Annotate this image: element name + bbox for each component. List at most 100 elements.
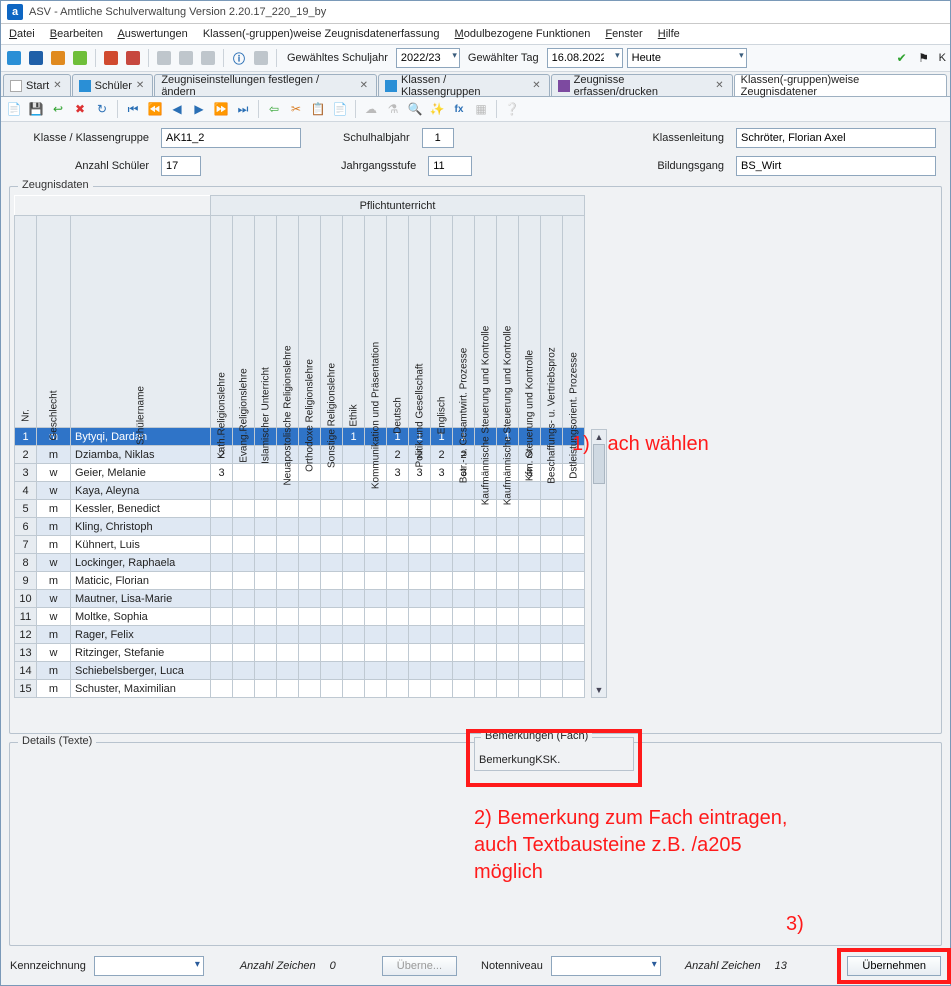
grade-cell[interactable] — [563, 572, 585, 590]
grade-cell[interactable] — [343, 482, 365, 500]
grade-cell[interactable] — [519, 572, 541, 590]
col-header-subject[interactable]: Kaufmännische Steuerung und Kontrolle — [475, 216, 497, 428]
grade-cell[interactable] — [431, 644, 453, 662]
first-icon[interactable]: ⏮ — [124, 100, 142, 118]
grade-cell[interactable] — [343, 590, 365, 608]
grade-cell[interactable] — [431, 680, 453, 698]
scroll-down-icon[interactable]: ▼ — [592, 683, 606, 697]
grade-cell[interactable]: 3 — [211, 464, 233, 482]
grade-cell[interactable] — [475, 680, 497, 698]
grade-cell[interactable] — [299, 644, 321, 662]
tb-icon-3[interactable] — [49, 49, 67, 67]
grade-cell[interactable] — [409, 518, 431, 536]
grade-cell[interactable] — [233, 644, 255, 662]
grade-cell[interactable] — [321, 644, 343, 662]
table-row[interactable]: 11wMoltke, Sophia — [15, 608, 585, 626]
grade-cell[interactable] — [255, 662, 277, 680]
grade-cell[interactable] — [409, 608, 431, 626]
grade-cell[interactable] — [431, 662, 453, 680]
grade-cell[interactable] — [519, 482, 541, 500]
grade-cell[interactable] — [519, 662, 541, 680]
grade-cell[interactable] — [255, 536, 277, 554]
grade-cell[interactable] — [387, 500, 409, 518]
grade-cell[interactable] — [343, 536, 365, 554]
grade-cell[interactable] — [431, 590, 453, 608]
grade-cell[interactable] — [475, 608, 497, 626]
tb-icon-11[interactable] — [252, 49, 270, 67]
stufe-input[interactable] — [428, 156, 472, 176]
col-header-subject[interactable]: Betr.- u. Gesamtwirt. Prozesse — [453, 216, 475, 428]
arrow-left-icon[interactable]: ⇦ — [265, 100, 283, 118]
col-header-Geschlecht[interactable]: Geschlecht — [37, 216, 71, 428]
grade-cell[interactable] — [343, 626, 365, 644]
grade-cell[interactable] — [563, 626, 585, 644]
grade-cell[interactable] — [541, 536, 563, 554]
grade-cell[interactable] — [277, 662, 299, 680]
grade-cell[interactable] — [453, 644, 475, 662]
grade-cell[interactable]: 3 — [431, 464, 453, 482]
grade-cell[interactable] — [387, 608, 409, 626]
vertical-scrollbar[interactable]: ▲ ▼ — [591, 429, 607, 698]
grade-cell[interactable] — [387, 554, 409, 572]
grade-cell[interactable] — [321, 518, 343, 536]
grade-cell[interactable] — [475, 644, 497, 662]
grade-cell[interactable] — [255, 680, 277, 698]
grade-cell[interactable] — [409, 626, 431, 644]
grade-cell[interactable] — [365, 608, 387, 626]
grade-cell[interactable] — [365, 518, 387, 536]
table-row[interactable]: 8wLockinger, Raphaela — [15, 554, 585, 572]
grade-cell[interactable] — [409, 662, 431, 680]
grade-cell[interactable] — [343, 662, 365, 680]
grade-cell[interactable] — [343, 464, 365, 482]
tb-icon-7[interactable] — [155, 49, 173, 67]
menu-fenster[interactable]: Fenster — [605, 28, 642, 40]
grade-cell[interactable] — [519, 590, 541, 608]
grade-cell[interactable] — [211, 662, 233, 680]
col-header-subject[interactable]: Ethik — [343, 216, 365, 428]
grade-cell[interactable] — [343, 554, 365, 572]
grade-cell[interactable] — [431, 572, 453, 590]
grade-cell[interactable] — [431, 608, 453, 626]
grade-cell[interactable] — [563, 482, 585, 500]
close-icon[interactable]: ✕ — [360, 80, 368, 91]
search-icon[interactable]: 🔍 — [406, 100, 424, 118]
grade-cell[interactable] — [475, 572, 497, 590]
grade-cell[interactable] — [321, 572, 343, 590]
grade-cell[interactable] — [431, 626, 453, 644]
col-header-subject[interactable]: Deutsch — [387, 216, 409, 428]
grade-cell[interactable] — [233, 464, 255, 482]
grade-cell[interactable] — [343, 644, 365, 662]
help-icon[interactable]: ❔ — [503, 100, 521, 118]
table-row[interactable]: 12mRager, Felix — [15, 626, 585, 644]
tb-icon-1[interactable] — [5, 49, 23, 67]
grade-cell[interactable] — [233, 626, 255, 644]
grade-cell[interactable] — [211, 590, 233, 608]
cut-icon[interactable]: ✂ — [287, 100, 305, 118]
grade-cell[interactable] — [409, 536, 431, 554]
grade-cell[interactable] — [277, 680, 299, 698]
paste-icon[interactable]: 📄 — [331, 100, 349, 118]
grade-cell[interactable] — [365, 500, 387, 518]
grade-cell[interactable] — [299, 482, 321, 500]
grade-cell[interactable] — [299, 536, 321, 554]
tb-icon-9[interactable] — [199, 49, 217, 67]
col-header-subject[interactable]: Englisch — [431, 216, 453, 428]
grade-cell[interactable] — [409, 554, 431, 572]
uebernehmen-button[interactable]: Übernehmen — [847, 956, 941, 976]
grade-cell[interactable] — [299, 518, 321, 536]
tb-icon-2[interactable] — [27, 49, 45, 67]
grade-cell[interactable] — [409, 590, 431, 608]
grade-cell[interactable] — [475, 518, 497, 536]
grade-cell[interactable] — [321, 662, 343, 680]
grade-cell[interactable] — [365, 554, 387, 572]
close-icon[interactable]: ✕ — [136, 80, 144, 91]
save-icon[interactable]: 💾 — [27, 100, 45, 118]
grade-cell[interactable] — [431, 554, 453, 572]
grade-cell[interactable] — [277, 536, 299, 554]
grade-cell[interactable] — [255, 518, 277, 536]
grade-cell[interactable] — [233, 590, 255, 608]
grade-cell[interactable] — [453, 518, 475, 536]
sheet-icon[interactable]: ▦ — [472, 100, 490, 118]
grade-cell[interactable] — [211, 500, 233, 518]
grade-cell[interactable] — [255, 626, 277, 644]
